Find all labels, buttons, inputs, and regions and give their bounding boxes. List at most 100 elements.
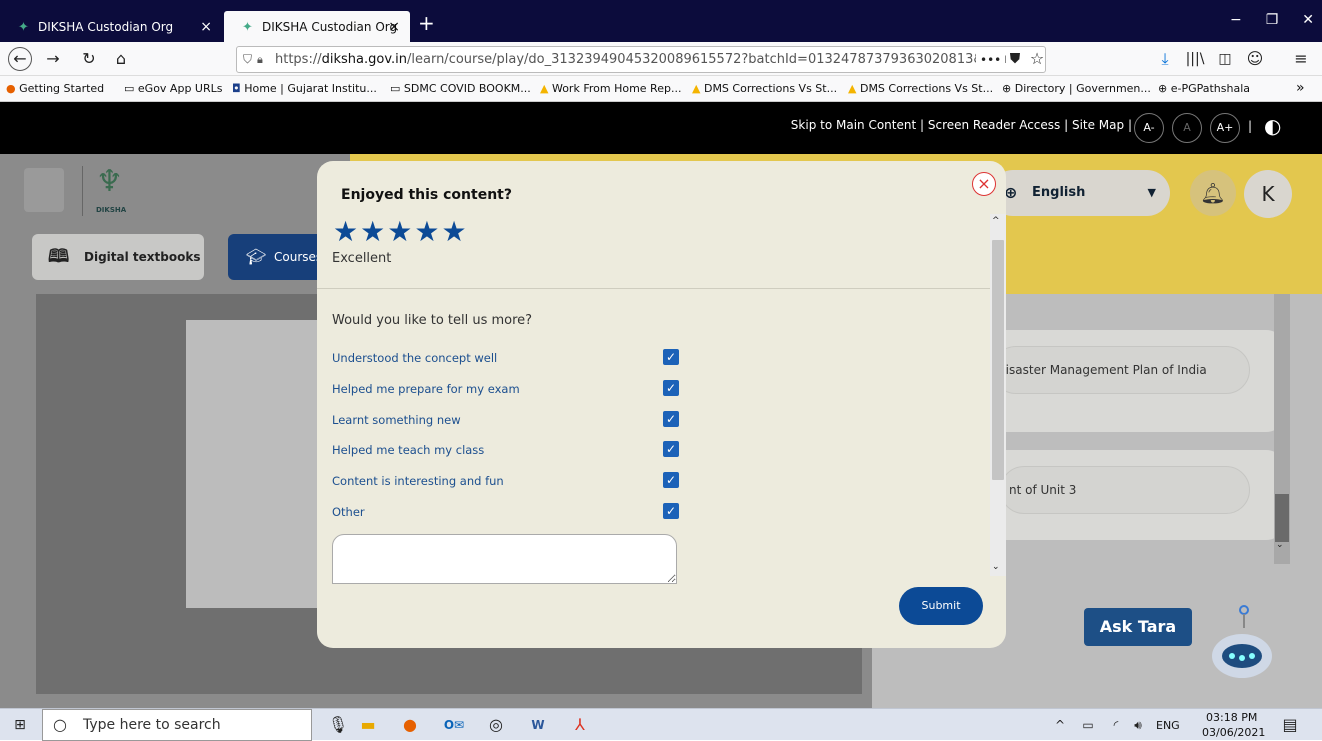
browser-tab-bar: ✦ DIKSHA Custodian Org × ✦ DIKSHA Custod… — [0, 0, 1322, 42]
outlook-icon[interactable]: O✉ — [442, 713, 466, 737]
firefox-icon[interactable]: ● — [398, 713, 422, 737]
drive-icon: ▲ — [848, 82, 857, 95]
diksha-logo-icon: ♆ — [96, 164, 123, 199]
feedback-textarea[interactable] — [332, 534, 677, 584]
language-selector[interactable]: ⊕ English ▼ — [990, 170, 1170, 216]
bookmark-item[interactable]: ◘ Home | Gujarat Institu... — [232, 76, 377, 101]
site-icon: ◘ — [232, 82, 241, 95]
windows-start-icon[interactable]: ⊞ — [8, 713, 32, 737]
browser-tab-active[interactable]: ✦ DIKSHA Custodian Org × — [224, 11, 410, 42]
emblem-logo — [24, 168, 64, 212]
option-checkbox[interactable]: ✓ — [663, 349, 679, 365]
font-normal-button[interactable]: A — [1172, 113, 1202, 143]
acrobat-icon[interactable]: ⅄ — [568, 713, 592, 737]
bookmark-item[interactable]: ● Getting Started — [6, 76, 104, 101]
star-icon[interactable]: ★ — [414, 215, 441, 248]
scroll-up-arrow-icon[interactable]: ^ — [992, 216, 1000, 226]
accessibility-bar: Skip to Main Content | Screen Reader Acc… — [0, 102, 1322, 154]
font-decrease-button[interactable]: A- — [1134, 113, 1164, 143]
browser-tab[interactable]: ✦ DIKSHA Custodian Org × — [0, 11, 222, 42]
bookmark-item[interactable]: ▲ DMS Corrections Vs St... — [692, 76, 837, 101]
scroll-down-arrow-icon[interactable]: ⌄ — [1276, 540, 1284, 550]
account-icon[interactable]: ☺ — [1242, 48, 1268, 70]
bookmark-item[interactable]: ▲ DMS Corrections Vs St... — [848, 76, 993, 101]
notification-bell-icon[interactable]: 🔔︎ — [1190, 170, 1236, 216]
unit-item[interactable]: )isaster Management Plan of India — [992, 346, 1250, 394]
folder-icon: ▭ — [124, 82, 135, 95]
digital-textbooks-button[interactable]: 🕮 Digital textbooks — [32, 234, 204, 280]
home-icon[interactable]: ⌂ — [108, 48, 134, 70]
battery-icon[interactable]: ▭ — [1076, 713, 1100, 737]
option-checkbox[interactable]: ✓ — [663, 411, 679, 427]
action-center-icon[interactable]: ▤ — [1278, 713, 1302, 737]
bookmark-item[interactable]: ▲ Work From Home Rep... — [540, 76, 681, 101]
chrome-icon[interactable]: ◎ — [484, 713, 508, 737]
font-increase-button[interactable]: A+ — [1210, 113, 1240, 143]
windows-taskbar: ⊞ ○ Type here to search 🎙︎ ▬ ● O✉ ◎ W ⅄ … — [0, 708, 1322, 741]
clock-date[interactable]: 03/06/2021 — [1202, 726, 1265, 739]
bookmark-item[interactable]: ⊕ e-PGPathshala — [1158, 76, 1250, 101]
volume-icon[interactable]: 🔊︎ — [1126, 713, 1150, 737]
page-actions-icon[interactable]: ••• — [976, 53, 1006, 67]
courses-button[interactable]: 🎓︎ Courses — [228, 234, 328, 280]
bookmarks-overflow-button[interactable]: » — [1296, 76, 1305, 101]
accessibility-links[interactable]: Skip to Main Content | Screen Reader Acc… — [791, 118, 1132, 132]
new-tab-button[interactable]: + — [418, 11, 435, 35]
contrast-toggle-icon[interactable]: ◐ — [1264, 114, 1281, 138]
option-label: Other — [332, 505, 365, 519]
star-icon[interactable]: ★ — [387, 215, 414, 248]
reload-icon[interactable]: ↻ — [76, 48, 102, 70]
word-icon[interactable]: W — [526, 713, 550, 737]
book-icon: 🕮 — [48, 246, 70, 267]
star-icon[interactable]: ★ — [441, 215, 468, 248]
close-window-button[interactable]: ✕ — [1302, 12, 1314, 28]
tab-close-icon[interactable]: × — [388, 19, 400, 35]
file-explorer-icon[interactable]: ▬ — [356, 713, 380, 737]
wifi-icon[interactable]: ◜ — [1104, 713, 1128, 737]
menu-icon[interactable]: ≡ — [1288, 48, 1314, 70]
bookmark-star-icon[interactable]: ☆ — [1024, 48, 1050, 70]
star-rating[interactable]: ★★★★★ — [333, 215, 469, 248]
url-bar[interactable]: ⛉ 🔒︎ https://diksha.gov.in/learn/course/… — [236, 46, 1046, 73]
ask-tara-button[interactable]: Ask Tara — [1084, 608, 1192, 646]
url-domain: diksha.gov.in — [321, 52, 407, 67]
option-checkbox[interactable]: ✓ — [663, 503, 679, 519]
graduation-cap-icon: 🎓︎ — [246, 247, 267, 266]
avatar[interactable]: K — [1244, 170, 1292, 218]
taskbar-search-input[interactable]: ○ Type here to search — [42, 709, 312, 741]
bookmark-item[interactable]: ▭ eGov App URLs — [124, 76, 222, 101]
forward-arrow-icon[interactable]: → — [40, 48, 66, 70]
unit-item[interactable]: nt of Unit 3 — [1000, 466, 1250, 514]
option-checkbox[interactable]: ✓ — [663, 441, 679, 457]
star-icon[interactable]: ★ — [333, 215, 360, 248]
globe-icon: ⊕ — [1158, 82, 1168, 95]
sidebar-icon[interactable]: ◫ — [1212, 48, 1238, 70]
option-checkbox[interactable]: ✓ — [663, 472, 679, 488]
option-label: Learnt something new — [332, 413, 461, 427]
library-icon[interactable]: |||\ — [1182, 48, 1208, 70]
logo-divider — [82, 166, 83, 216]
drive-icon: ▲ — [540, 82, 549, 95]
back-arrow-icon[interactable]: ← — [8, 47, 32, 71]
panel-scroll-thumb[interactable] — [1275, 494, 1289, 542]
clock-time[interactable]: 03:18 PM — [1206, 711, 1257, 724]
rating-label: Excellent — [332, 251, 392, 266]
close-icon[interactable]: × — [972, 172, 996, 196]
submit-button[interactable]: Submit — [899, 587, 983, 625]
bookmark-item[interactable]: ▭ SDMC COVID BOOKM... — [390, 76, 531, 101]
bookmark-item[interactable]: ⊕ Directory | Governmen... — [1002, 76, 1151, 101]
tab-close-icon[interactable]: × — [200, 19, 212, 35]
microphone-icon[interactable]: 🎙︎ — [326, 713, 350, 737]
scroll-down-arrow-icon[interactable]: ⌄ — [992, 562, 1000, 572]
tara-robot-icon[interactable] — [1202, 602, 1280, 682]
maximize-button[interactable]: ❐ — [1266, 12, 1279, 28]
option-label: Helped me teach my class — [332, 443, 485, 457]
url-path: /learn/course/play/do_313239490453200896… — [407, 52, 1007, 67]
modal-scroll-thumb[interactable] — [992, 240, 1004, 480]
minimize-button[interactable]: − — [1230, 12, 1242, 28]
star-icon[interactable]: ★ — [360, 215, 387, 248]
input-language[interactable]: ENG — [1156, 719, 1180, 732]
option-checkbox[interactable]: ✓ — [663, 380, 679, 396]
download-icon[interactable]: ⤓ — [1152, 48, 1178, 70]
tray-chevron-icon[interactable]: ^ — [1048, 713, 1072, 737]
